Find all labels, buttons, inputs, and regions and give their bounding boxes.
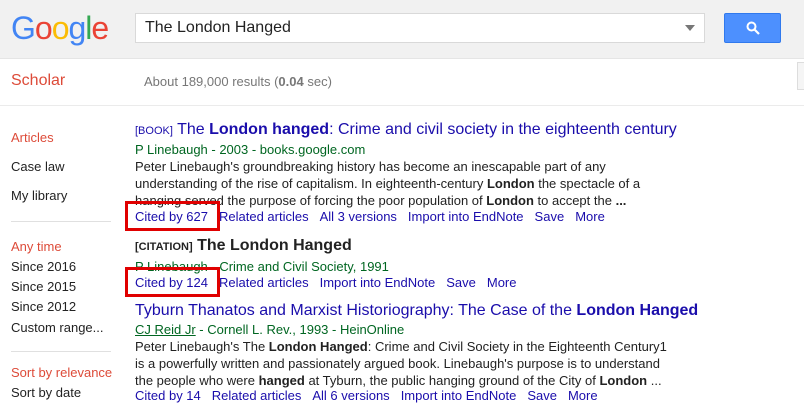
related-articles-link[interactable]: Related articles [219,275,309,290]
import-endnote-link[interactable]: Import into EndNote [401,388,517,403]
all-versions-link[interactable]: All 3 versions [320,209,397,224]
highlight-box [125,267,220,297]
result-links: Cited by 14 Related articles All 6 version… [135,388,609,403]
result-meta: CJ Reid Jr - Cornell L. Rev., 1993 - Hei… [135,322,405,337]
sidebar-item-any-time[interactable]: Any time [11,239,62,254]
sidebar-divider [11,351,111,352]
sidebar-item-since-2015[interactable]: Since 2015 [11,279,76,294]
result-title-text: The London Hanged [197,237,352,254]
result-title[interactable]: [BOOK] The London hanged: Crime and civi… [135,121,677,139]
more-link[interactable]: More [487,275,517,290]
highlight-box [125,201,220,231]
result-type-tag: [BOOK] [135,125,173,137]
result-title[interactable]: Tyburn Thanatos and Marxist Historiograp… [135,302,698,320]
sidebar-item-articles[interactable]: Articles [11,130,54,145]
dropdown-arrow-icon[interactable] [685,25,695,31]
import-endnote-link[interactable]: Import into EndNote [320,275,436,290]
search-input[interactable] [145,19,665,37]
result-title: [CITATION] The London Hanged [135,237,352,255]
result-title-link[interactable]: The London hanged: Crime and civil socie… [177,121,677,138]
more-link[interactable]: More [568,388,598,403]
search-box[interactable] [135,13,705,43]
save-link[interactable]: Save [527,388,557,403]
sidebar-item-sort-date[interactable]: Sort by date [11,385,81,400]
related-articles-link[interactable]: Related articles [212,388,302,403]
save-link[interactable]: Save [535,209,565,224]
save-link[interactable]: Save [446,275,476,290]
all-versions-link[interactable]: All 6 versions [312,388,389,403]
header-bar: Google [0,0,804,59]
nav-bar: Scholar About 189,000 results (0.04 sec) [0,59,804,106]
search-button[interactable] [724,13,781,43]
results-count: About 189,000 results (0.04 sec) [144,74,332,89]
more-link[interactable]: More [575,209,605,224]
result-snippet: Peter Linebaugh's The London Hanged: Cri… [135,339,667,388]
scholar-label[interactable]: Scholar [11,72,65,90]
sidebar-item-my-library[interactable]: My library [11,188,67,203]
result-type-tag: [CITATION] [135,241,193,253]
logo-letter: o [34,10,53,46]
sidebar-item-case-law[interactable]: Case law [11,159,64,174]
sidebar-divider [11,221,111,222]
cited-by-link[interactable]: Cited by 14 [135,388,201,403]
logo-letter: G [11,10,36,46]
logo-letter: o [51,10,70,46]
author-link[interactable]: CJ Reid Jr [135,322,196,337]
sidebar-item-sort-relevance[interactable]: Sort by relevance [11,365,112,380]
sidebar-item-custom-range[interactable]: Custom range... [11,320,104,335]
sidebar-item-since-2016[interactable]: Since 2016 [11,259,76,274]
logo-letter: e [91,10,109,46]
related-articles-link[interactable]: Related articles [219,209,309,224]
result-title-link[interactable]: Tyburn Thanatos and Marxist Historiograp… [135,302,698,319]
import-endnote-link[interactable]: Import into EndNote [408,209,524,224]
google-logo[interactable]: Google [11,10,109,47]
logo-letter: g [68,10,86,46]
search-icon [746,21,760,35]
result-meta: P Linebaugh - 2003 - books.google.com [135,142,366,157]
sidebar-item-since-2012[interactable]: Since 2012 [11,299,76,314]
settings-button-edge[interactable] [797,62,804,90]
